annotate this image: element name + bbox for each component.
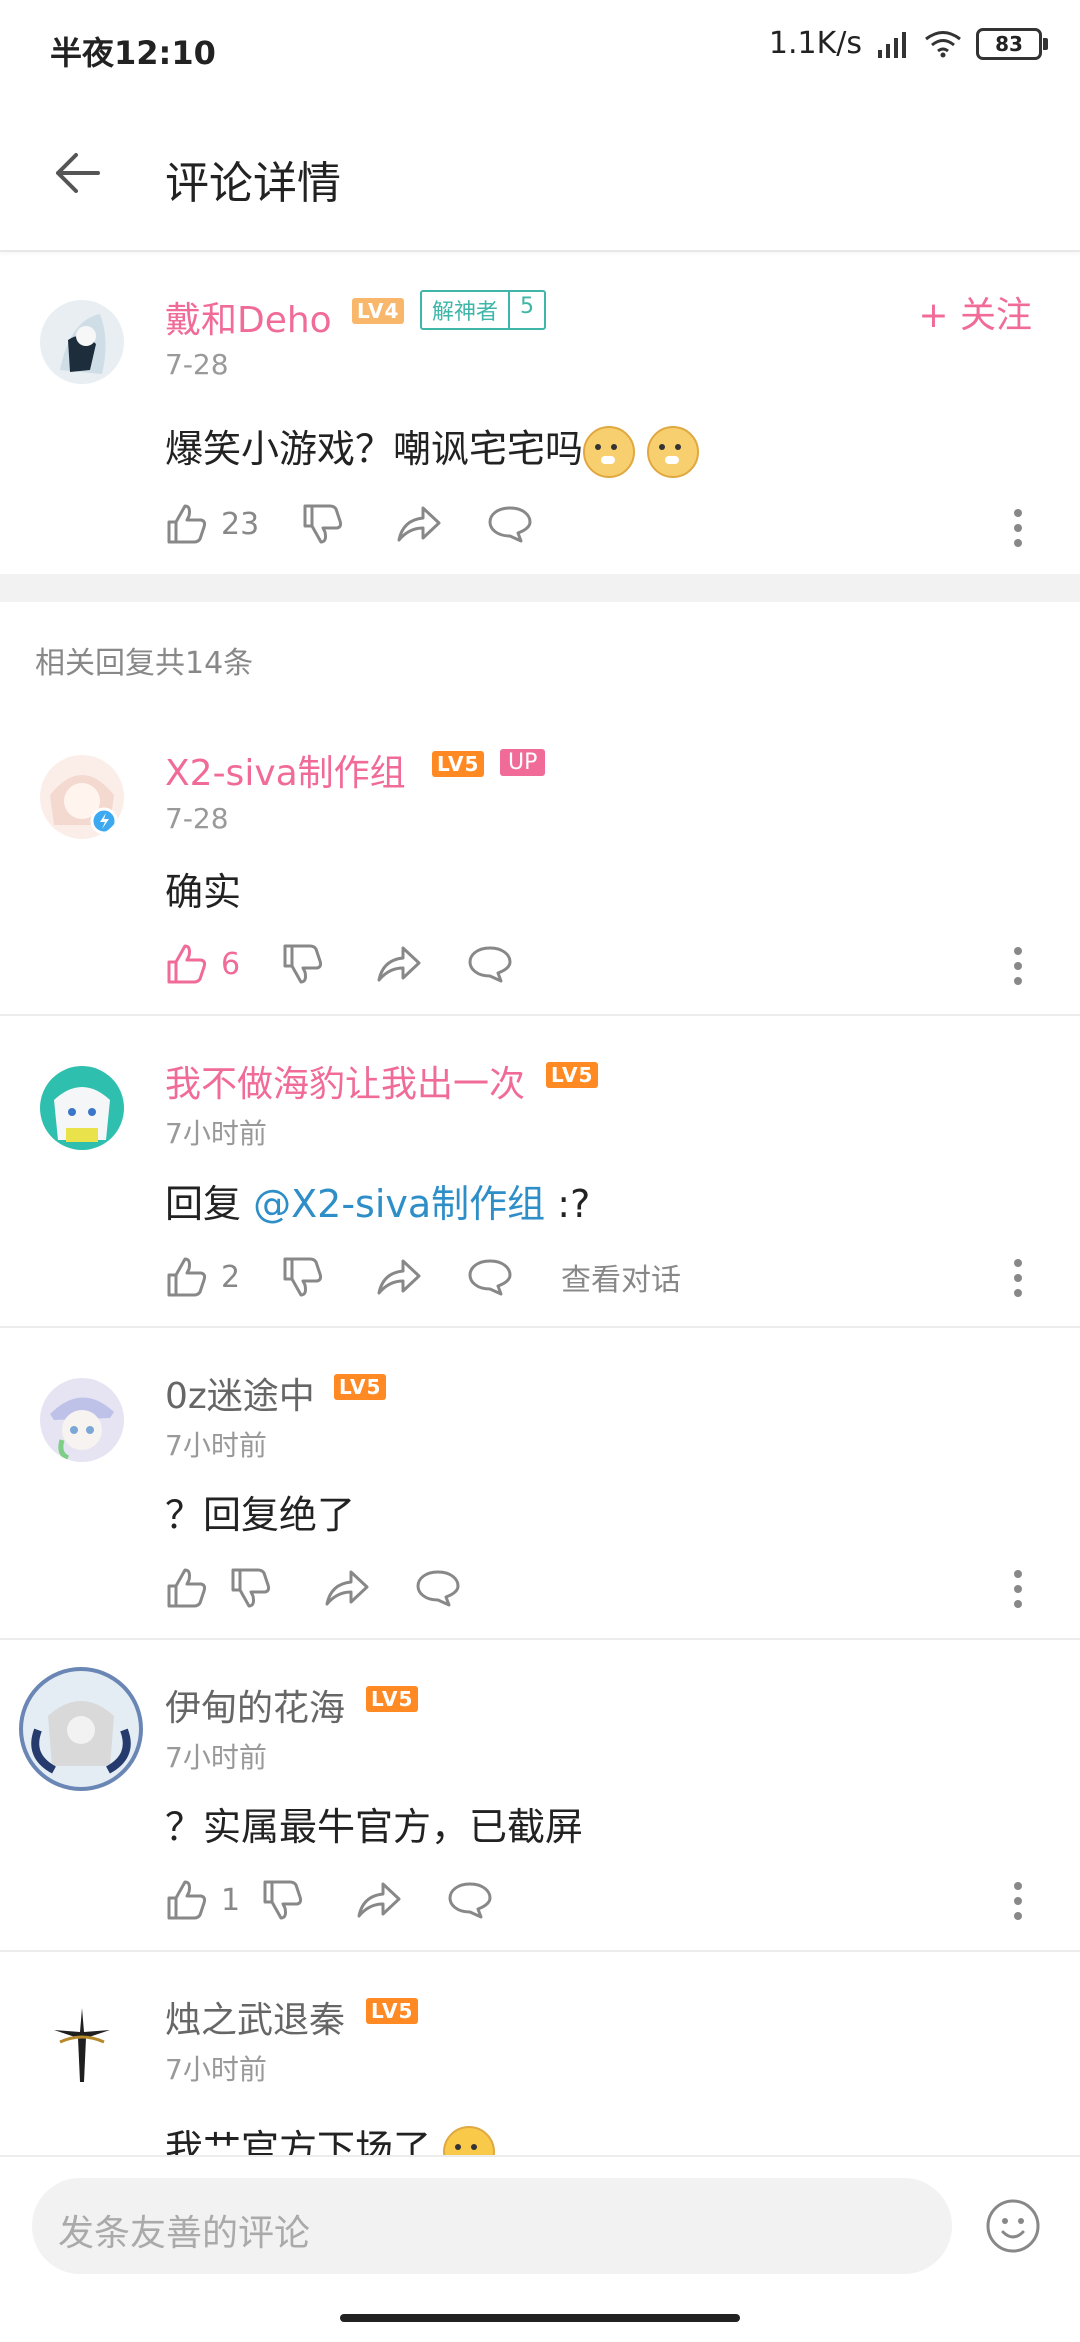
mention-link[interactable]: @X2-siva制作组 (253, 1182, 545, 1226)
comment-body: 爆笑小游戏？嘲讽宅宅吗 (165, 427, 584, 471)
thumbs-down-icon[interactable] (281, 942, 325, 986)
reply-bubble-icon[interactable] (467, 944, 513, 984)
avatar[interactable] (18, 1666, 144, 1792)
username[interactable]: X2-siva制作组 (165, 744, 406, 796)
username[interactable]: 伊甸的花海 (165, 1679, 345, 1731)
role-badge-count: 5 (508, 292, 544, 328)
avatar[interactable] (40, 1378, 124, 1462)
comment-actions: 1 (165, 1878, 493, 1922)
section-divider (0, 574, 1080, 602)
wifi-icon (924, 30, 962, 58)
avatar[interactable] (40, 1066, 124, 1150)
comment-text: 确实 (165, 870, 242, 914)
username[interactable]: 0z迷途中 (165, 1367, 315, 1419)
comment-input-placeholder: 发条友善的评论 (58, 2213, 311, 2254)
reply-bubble-icon[interactable] (415, 1568, 461, 1608)
comment-actions (165, 1566, 461, 1610)
comment-actions: 23 (165, 502, 533, 546)
level-badge: LV4 (352, 298, 405, 324)
comment-date: 7小时前 (165, 2053, 267, 2086)
thumbs-down-icon[interactable] (229, 1566, 273, 1610)
comment-actions: 2 查看对话 (165, 1255, 681, 1299)
follow-button[interactable]: + 关注 (918, 286, 1032, 338)
status-icons: 1.1K/s 83 (768, 26, 1048, 61)
thumbs-up-icon[interactable] (165, 502, 209, 546)
comment-text: 爆笑小游戏？嘲讽宅宅吗 (165, 418, 700, 478)
thumbs-up-icon[interactable] (165, 942, 209, 986)
view-conversation-link[interactable]: 查看对话 (561, 1255, 681, 1299)
share-icon[interactable] (323, 1568, 369, 1608)
comment-date: 7小时前 (165, 1429, 267, 1462)
thumbs-down-icon[interactable] (281, 1255, 325, 1299)
divider (0, 1014, 1080, 1016)
divider (0, 1638, 1080, 1640)
page-title: 评论详情 (165, 158, 341, 209)
more-options-icon[interactable] (1012, 1258, 1024, 1298)
comment-text: ？回复绝了 (165, 1493, 356, 1537)
comment-date: 7-28 (165, 802, 229, 835)
comment-date: 7小时前 (165, 1741, 267, 1774)
share-icon[interactable] (355, 1880, 401, 1920)
divider (0, 1326, 1080, 1328)
back-arrow-icon[interactable] (52, 148, 102, 198)
role-badge[interactable]: 解神者 5 (420, 290, 547, 330)
comment-body: :? (557, 1182, 591, 1226)
username[interactable]: 戴和Deho (165, 291, 332, 343)
replies-count: 相关回复共14条 (35, 646, 254, 681)
comment-text: 回复 @X2-siva制作组 :? (165, 1173, 590, 1228)
level-badge: LV5 (366, 1998, 419, 2024)
up-badge: UP (500, 749, 546, 776)
network-speed: 1.1K/s (768, 26, 862, 61)
like-count: 6 (221, 946, 241, 982)
reply-bubble-icon[interactable] (467, 1257, 513, 1297)
username[interactable]: 我不做海豹让我出一次 (165, 1055, 525, 1107)
comment-input[interactable]: 发条友善的评论 (32, 2178, 952, 2274)
more-options-icon[interactable] (1012, 1569, 1024, 1609)
status-time: 半夜12:10 (50, 34, 216, 72)
more-options-icon[interactable] (1012, 508, 1024, 548)
level-badge: LV5 (546, 1062, 599, 1088)
avatar[interactable] (40, 2002, 124, 2086)
more-options-icon[interactable] (1012, 1881, 1024, 1921)
like-count: 23 (221, 506, 260, 542)
doge-emoji (583, 425, 636, 478)
like-count: 1 (221, 1882, 241, 1918)
comment-actions: 6 (165, 942, 513, 986)
thumbs-down-icon[interactable] (301, 502, 345, 546)
divider (0, 1950, 1080, 1952)
avatar[interactable] (40, 755, 124, 839)
emoji-icon[interactable] (985, 2198, 1041, 2254)
thumbs-up-icon[interactable] (165, 1566, 209, 1610)
app-header (0, 90, 1080, 252)
reply-prefix: 回复 (165, 1182, 242, 1226)
reply-bubble-icon[interactable] (487, 504, 533, 544)
share-icon[interactable] (375, 944, 421, 984)
comment-date: 7-28 (165, 348, 229, 381)
role-badge-label: 解神者 (432, 300, 499, 325)
level-badge: LV5 (366, 1686, 419, 1712)
doge-emoji (647, 425, 700, 478)
username[interactable]: 烛之武退秦 (165, 1991, 345, 2043)
level-badge: LV5 (432, 751, 485, 777)
avatar[interactable] (40, 300, 124, 384)
home-indicator (340, 2314, 740, 2322)
thumbs-up-icon[interactable] (165, 1255, 209, 1299)
thumbs-up-icon[interactable] (165, 1878, 209, 1922)
level-badge: LV5 (334, 1374, 387, 1400)
comment-date: 7小时前 (165, 1117, 267, 1150)
like-count: 2 (221, 1259, 241, 1295)
share-icon[interactable] (375, 1257, 421, 1297)
thumbs-down-icon[interactable] (261, 1878, 305, 1922)
signal-icon (876, 30, 910, 58)
more-options-icon[interactable] (1012, 946, 1024, 986)
reply-bubble-icon[interactable] (447, 1880, 493, 1920)
comment-text: ？实属最牛官方，已截屏 (165, 1805, 584, 1849)
share-icon[interactable] (395, 504, 441, 544)
battery-indicator: 83 (976, 27, 1048, 60)
